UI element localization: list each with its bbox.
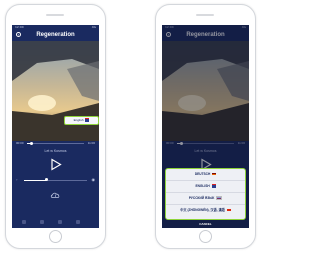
volume-knob[interactable] xyxy=(44,178,48,181)
volume-fill xyxy=(24,179,47,181)
phone-frame-player: 12:00 4G ‹ Regeneration English 00:00 11… xyxy=(5,4,106,249)
time-elapsed: 00:00 xyxy=(16,141,24,145)
flag-gb-icon xyxy=(85,118,90,122)
page-title: Regeneration xyxy=(36,32,75,38)
home-button[interactable] xyxy=(49,230,62,243)
player-screen: 12:00 4G ‹ Regeneration English 00:00 11… xyxy=(12,25,99,228)
track-title: Let w Kosmos xyxy=(44,149,67,153)
nav-profile-icon[interactable] xyxy=(76,220,80,224)
language-option-deutsch[interactable]: DEUTSCH xyxy=(166,169,245,181)
time-total: 11:00 xyxy=(87,141,95,145)
status-time: 12:00 xyxy=(15,25,24,29)
earpiece xyxy=(46,14,64,16)
progress-knob[interactable] xyxy=(30,141,34,145)
language-option-english[interactable]: ENGLISH xyxy=(166,181,245,193)
language-chip-label: English xyxy=(73,118,84,122)
play-icon[interactable] xyxy=(49,158,62,171)
nav-library-icon[interactable] xyxy=(40,220,44,224)
volume-high-icon: ◉ xyxy=(91,177,96,182)
progress-slider[interactable] xyxy=(27,141,84,145)
language-option-russian[interactable]: РУССКИЙ ЯЗЫК xyxy=(166,193,245,205)
cancel-button[interactable]: CANCEL xyxy=(162,221,249,228)
flag-de-icon xyxy=(212,172,217,176)
phone-frame-language-picker: 12:00 4G ‹ Regeneration 00:00 11:00 Let … xyxy=(155,4,256,249)
language-option-label: DEUTSCH xyxy=(194,172,211,176)
language-option-chinese[interactable]: 中文 (ZHŌNGWÉN), 汉语, 漢語 xyxy=(166,205,245,216)
language-screen: 12:00 4G ‹ Regeneration 00:00 11:00 Let … xyxy=(162,25,249,228)
status-signal: 4G xyxy=(91,25,96,29)
language-option-label: ENGLISH xyxy=(195,184,210,188)
volume-row: ◦ ◉ xyxy=(12,177,99,183)
language-option-label: РУССКИЙ ЯЗЫК xyxy=(188,196,215,200)
nav-player-icon[interactable] xyxy=(58,220,62,224)
volume-low-icon: ◦ xyxy=(16,177,18,182)
flag-ru-icon xyxy=(216,195,223,201)
volume-slider[interactable] xyxy=(24,178,87,181)
flag-gb-icon xyxy=(211,184,216,188)
home-button[interactable] xyxy=(199,230,212,243)
nav-home-icon[interactable] xyxy=(22,220,26,224)
cockpit-photo xyxy=(12,41,99,141)
language-menu: DEUTSCH ENGLISH РУССКИЙ ЯЗЫК 中文 (ZHŌNGWÉ… xyxy=(165,168,246,220)
cloud-download-icon[interactable] xyxy=(50,191,61,199)
progress-row: 00:00 11:00 xyxy=(12,141,99,147)
language-chip[interactable]: English xyxy=(64,116,99,125)
language-option-label: 中文 (ZHŌNGWÉN), 汉语, 漢語 xyxy=(180,208,225,212)
top-bar: ‹ Regeneration xyxy=(12,30,99,41)
bottom-nav xyxy=(12,220,99,226)
flag-cn-icon xyxy=(226,208,231,212)
earpiece xyxy=(196,14,214,16)
